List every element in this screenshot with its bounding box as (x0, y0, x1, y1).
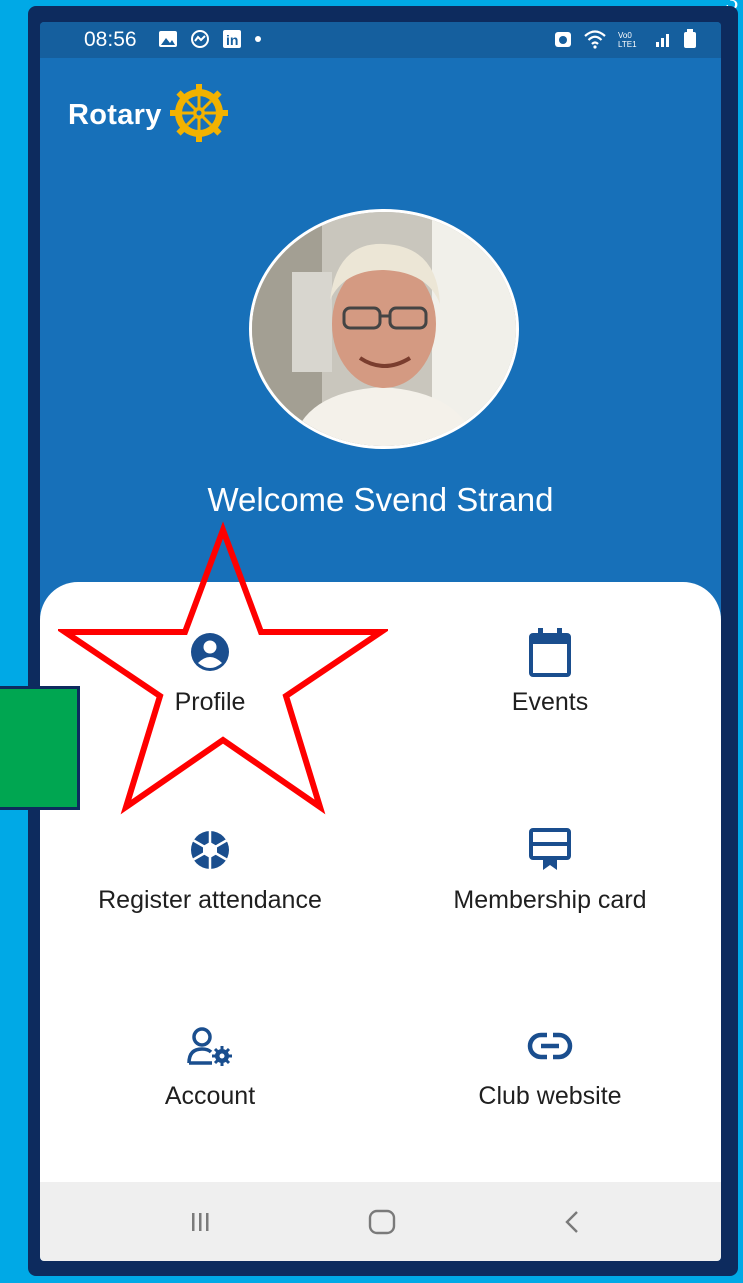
linkedin-icon: in (222, 29, 242, 49)
rotary-brand: Rotary (68, 82, 230, 149)
menu-item-label: Membership card (453, 886, 647, 914)
calendar-icon (529, 620, 571, 684)
membership-card-icon (529, 818, 571, 882)
menu-item-label: Club website (478, 1082, 622, 1110)
menu-card: Profile Events Register attendance Membe… (40, 582, 721, 1222)
menu-item-register-attendance[interactable]: Register attendance (40, 818, 380, 1008)
rotary-wheel-icon (168, 82, 230, 149)
annotation-green-box (0, 686, 80, 810)
status-bar: 08:56 in Vo0 LTE1 (40, 22, 721, 58)
menu-item-profile[interactable]: Profile (40, 620, 380, 810)
svg-text:Vo0: Vo0 (618, 31, 632, 40)
back-icon[interactable] (542, 1202, 602, 1242)
profile-avatar[interactable] (249, 209, 519, 449)
battery-icon (683, 29, 697, 49)
menu-item-club-website[interactable]: Club website (380, 1014, 720, 1204)
app-screen: 08:56 in Vo0 LTE1 Rotary Welcome Svend S… (40, 22, 721, 1261)
recents-icon[interactable] (170, 1202, 230, 1242)
menu-item-label: Events (511, 688, 589, 716)
menu-item-label: Register attendance (98, 886, 322, 914)
gallery-icon (158, 30, 178, 48)
system-nav-bar (40, 1182, 721, 1261)
link-icon (527, 1014, 573, 1078)
signal-icon (655, 30, 673, 48)
messenger-icon (190, 29, 210, 49)
volte-icon: Vo0 LTE1 (617, 29, 645, 49)
menu-item-label: Profile (174, 688, 246, 716)
menu-item-label: Account (164, 1082, 256, 1110)
linkedin-icon-text: in (226, 32, 238, 48)
svg-text:LTE1: LTE1 (618, 40, 637, 49)
wifi-icon (583, 29, 607, 49)
status-time: 08:56 (84, 28, 137, 51)
alarm-icon (553, 29, 573, 49)
user-settings-icon (186, 1014, 234, 1078)
menu-item-events[interactable]: Events (380, 620, 720, 810)
avatar-photo (252, 212, 516, 446)
menu-item-account[interactable]: Account (40, 1014, 380, 1204)
user-circle-icon (190, 620, 230, 684)
menu-item-membership-card[interactable]: Membership card (380, 818, 720, 1008)
notification-dot (254, 35, 262, 43)
home-icon[interactable] (352, 1202, 412, 1242)
welcome-message: Welcome Svend Strand (207, 481, 554, 518)
brand-name: Rotary (68, 99, 162, 131)
camera-shutter-icon (190, 818, 230, 882)
